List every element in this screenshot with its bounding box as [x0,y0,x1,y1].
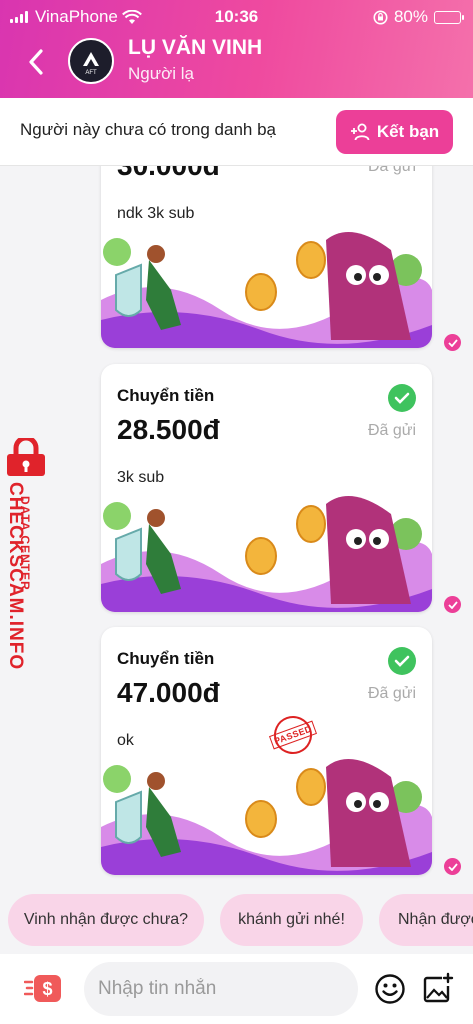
transfer-note: ok [117,732,134,749]
money-transfer-card[interactable]: Chuyển tiền 28.500đ Đã gửi 3k sub [101,364,432,612]
contact-status: Người lạ [128,64,194,83]
lock-icon [7,438,45,476]
chevron-left-icon [29,49,43,75]
read-tick-icon [444,858,461,875]
status-bar: VinaPhone 10:36 80% [0,0,473,34]
money-transfer-card[interactable]: 30.000đ Đã gửi ndk 3k sub [101,166,432,348]
transfer-amount: 28.500đ [117,414,220,445]
battery-icon [434,10,464,24]
battery-percent: 80% [393,7,428,26]
transfer-title: Chuyển tiền [117,649,215,668]
quick-reply-chip[interactable]: Vinh nhận được chưa? [8,894,204,946]
quick-reply-chip[interactable]: khánh gửi nhé! [220,894,363,946]
chat-header: VinaPhone 10:36 80% AFT LỤ VĂN VINH Ngườ… [0,0,473,98]
money-transfer-icon: $ [23,975,61,1002]
transfer-title: Chuyển tiền [117,386,215,405]
avatar[interactable]: AFT [68,38,114,84]
sent-status: Đã gửi [367,685,416,702]
transfer-note: 3k sub [117,469,165,486]
watermark-big: CHECKSCAM.INFO [5,482,26,671]
image-button[interactable] [422,972,454,1004]
money-transfer-card[interactable]: Chuyển tiền 47.000đ Đã gửi ok [101,627,432,875]
svg-text:$: $ [42,979,52,999]
quick-replies: Vinh nhận được chưa? khánh gửi nhé! Nhận… [0,894,473,948]
contact-name[interactable]: LỤ VĂN VINH [128,36,262,60]
add-friend-button[interactable]: Kết bạn [336,110,453,154]
check-circle-icon [388,647,416,675]
read-tick-icon [444,596,461,613]
add-friend-label: Kết bạn [376,122,440,141]
transfer-note: ndk 3k sub [117,205,195,222]
check-circle-icon [388,384,416,412]
avatar-caption: AFT [85,70,97,76]
sent-status: Đã gửi [367,166,416,175]
rotation-lock-icon [373,10,388,24]
money-transfer-button[interactable]: $ [23,972,62,1006]
transfer-amount: 30.000đ [117,166,220,182]
read-tick-icon [444,334,461,351]
status-right: 80% [373,7,464,27]
person-add-icon [350,123,370,141]
avatar-logo-icon: AFT [83,52,99,76]
quick-reply-chip[interactable]: Nhận được [379,894,473,946]
composer-bar: $ [0,954,473,1024]
chat-messages[interactable]: 30.000đ Đã gửi ndk 3k sub Chuyển tiền 28… [0,166,473,890]
watermark: DATA CENTER CHECKSCAM.INFO [0,436,54,670]
card-illustration [101,757,432,875]
message-input[interactable] [84,962,358,1016]
back-button[interactable] [20,42,52,82]
banner-message: Người này chưa có trong danh bạ [20,120,277,139]
smiley-icon [375,974,405,1004]
card-illustration [101,230,432,348]
emoji-button[interactable] [374,973,406,1005]
card-illustration [101,494,432,612]
image-add-icon [423,972,454,1003]
transfer-amount: 47.000đ [117,677,220,708]
sent-status: Đã gửi [367,422,416,439]
